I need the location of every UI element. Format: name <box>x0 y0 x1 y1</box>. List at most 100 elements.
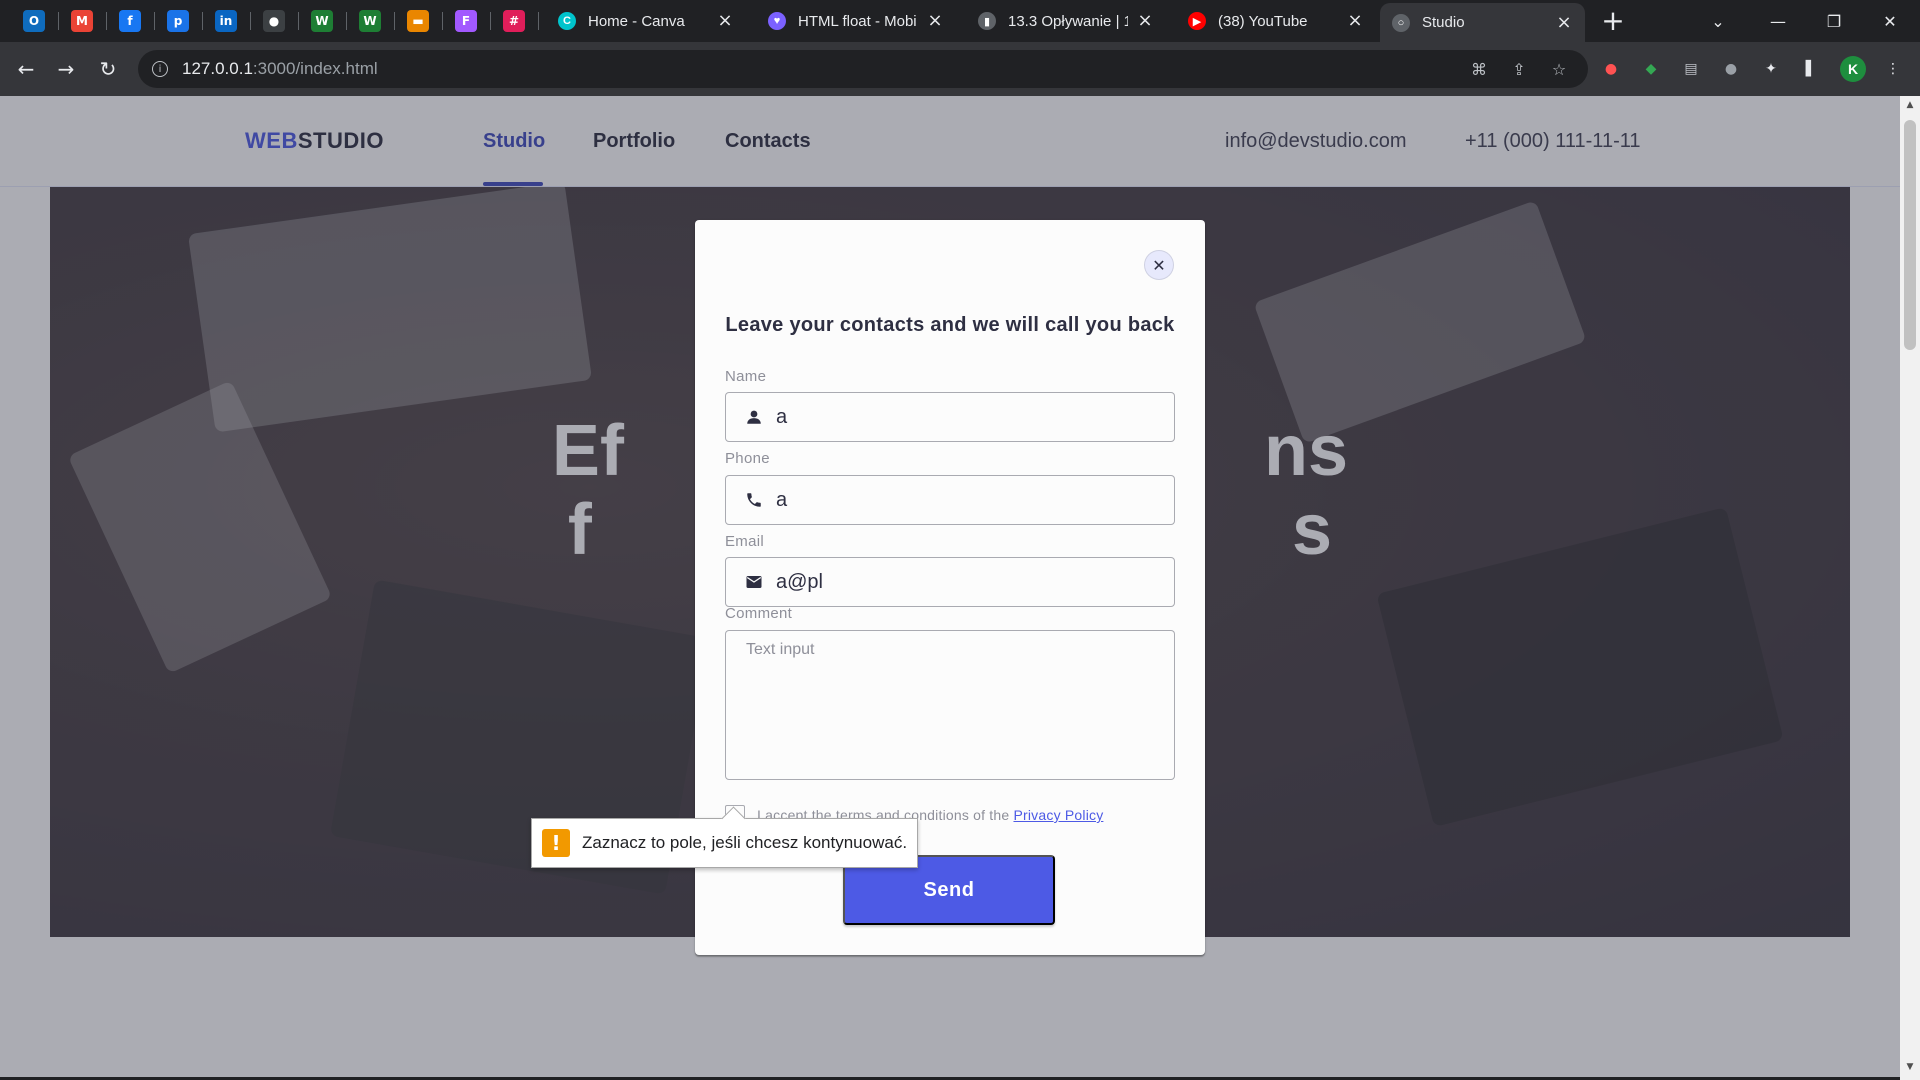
browser-tab[interactable]: C Home - Canva × <box>546 0 746 42</box>
pinned-tab[interactable]: f <box>108 0 152 42</box>
tab-separator <box>346 12 347 30</box>
address-bar[interactable]: i 127.0.0.1:3000/index.html ⌘ ⇪ ☆ <box>138 50 1588 88</box>
extension-doc-icon[interactable]: ▤ <box>1680 58 1702 80</box>
browser-tab[interactable]: ▮ 13.3 Opływanie | 1 × <box>966 0 1166 42</box>
tab-separator <box>250 12 251 30</box>
browser-tab[interactable]: ▶ (38) YouTube × <box>1176 0 1376 42</box>
warning-icon: ! <box>542 829 570 857</box>
tab-separator <box>442 12 443 30</box>
page-scrollbar[interactable]: ▲ ▼ <box>1900 96 1920 1080</box>
validation-tooltip: ! Zaznacz to pole, jeśli chcesz kontynuo… <box>531 818 918 868</box>
extension-red-icon[interactable]: ● <box>1600 58 1622 80</box>
bookmark-icon: ▮ <box>978 12 996 30</box>
heart-icon: ♥ <box>768 12 786 30</box>
email-label: Email <box>725 533 765 550</box>
tab-close-icon[interactable]: × <box>926 12 944 30</box>
pinned-tab[interactable]: # <box>492 0 536 42</box>
gmail-icon: M <box>71 10 93 32</box>
modal-title: Leave your contacts and we will call you… <box>725 314 1175 336</box>
back-icon[interactable]: ← <box>10 53 42 85</box>
linkedin-icon: in <box>215 10 237 32</box>
pinned-tab[interactable]: M <box>60 0 104 42</box>
browser-toolbar: ← → ↻ i 127.0.0.1:3000/index.html ⌘ ⇪ ☆ … <box>0 42 1920 96</box>
email-value: a@pl <box>776 570 823 593</box>
url-text: 127.0.0.1:3000/index.html <box>182 59 378 78</box>
share-icon[interactable]: ⇪ <box>1508 58 1530 80</box>
comment-label: Comment <box>725 605 793 622</box>
browser-tab[interactable]: ○ Studio × <box>1380 3 1585 42</box>
minimize-icon[interactable]: — <box>1750 0 1806 42</box>
validation-message: Zaznacz to pole, jeśli chcesz kontynuowa… <box>582 833 908 852</box>
tab-title: Home - Canva <box>588 12 685 30</box>
pinned-tab[interactable]: F <box>444 0 488 42</box>
extension-shield-icon[interactable]: ◆ <box>1640 58 1662 80</box>
pinned-tab[interactable]: W <box>300 0 344 42</box>
pinned-tab[interactable]: W <box>348 0 392 42</box>
privacy-policy-link[interactable]: Privacy Policy <box>1013 807 1103 823</box>
side-panel-icon[interactable]: ▌ <box>1800 58 1822 80</box>
comment-placeholder: Text input <box>746 641 815 658</box>
tab-title: Studio <box>1422 14 1465 31</box>
tab-close-icon[interactable]: × <box>716 12 734 30</box>
restore-icon[interactable]: ❐ <box>1806 0 1862 42</box>
globe-icon: ○ <box>1392 13 1410 32</box>
webflow-icon: W <box>311 10 333 32</box>
email-field[interactable]: a@pl <box>725 557 1175 607</box>
outlook-icon: O <box>23 10 45 32</box>
tab-search-icon[interactable]: ⌄ <box>1690 0 1746 42</box>
youtube-icon: ▶ <box>1188 12 1206 30</box>
phone-icon <box>744 490 764 510</box>
tab-title: (38) YouTube <box>1218 12 1308 30</box>
pinned-tab[interactable]: ● <box>252 0 296 42</box>
github-icon: ● <box>263 10 285 32</box>
scroll-up-icon[interactable]: ▲ <box>1904 100 1916 112</box>
person-icon <box>744 407 764 427</box>
tab-title: 13.3 Opływanie | 1 <box>1008 12 1128 30</box>
phone-value: a <box>776 488 788 511</box>
scrollbar-thumb[interactable] <box>1904 120 1916 350</box>
pinned-tab[interactable]: O <box>12 0 56 42</box>
name-label: Name <box>725 368 767 385</box>
envelope-icon <box>744 572 764 592</box>
tab-close-icon[interactable]: × <box>1136 12 1154 30</box>
webflow-icon-2: W <box>359 10 381 32</box>
slides-icon: ▬ <box>407 10 429 32</box>
comment-textarea[interactable]: Text input <box>725 630 1175 780</box>
phone-label: Phone <box>725 450 770 467</box>
tab-close-icon[interactable]: × <box>1555 13 1573 32</box>
pinned-tab[interactable]: in <box>204 0 248 42</box>
phone-field[interactable]: a <box>725 475 1175 525</box>
tab-separator <box>106 12 107 30</box>
tab-separator <box>538 12 539 30</box>
extensions-puzzle-icon[interactable]: ✦ <box>1760 58 1782 80</box>
translate-icon[interactable]: ⌘ <box>1468 58 1490 80</box>
close-window-icon[interactable]: ✕ <box>1862 0 1918 42</box>
profile-avatar[interactable]: K <box>1840 56 1866 82</box>
site-info-icon[interactable]: i <box>152 61 168 77</box>
modal-close-button[interactable]: ✕ <box>1144 250 1174 280</box>
name-value: a <box>776 405 788 428</box>
reload-icon[interactable]: ↻ <box>92 53 124 85</box>
tab-separator <box>394 12 395 30</box>
pinned-tab[interactable]: ▬ <box>396 0 440 42</box>
canva-icon: C <box>558 12 576 30</box>
name-field[interactable]: a <box>725 392 1175 442</box>
forward-icon[interactable]: → <box>50 53 82 85</box>
new-tab-button[interactable]: + <box>1598 6 1628 36</box>
tab-separator <box>202 12 203 30</box>
bookmark-star-icon[interactable]: ☆ <box>1548 58 1570 80</box>
browser-tab-strip: O Mf p in ● W W ▬ F # C Home - Canva × ♥ HTML float -… <box>0 0 1920 42</box>
tab-separator <box>154 12 155 30</box>
pinned-tab[interactable]: p <box>156 0 200 42</box>
tab-separator <box>58 12 59 30</box>
tab-close-icon[interactable]: × <box>1346 12 1364 30</box>
facebook-icon: f <box>119 10 141 32</box>
scroll-down-icon[interactable]: ▼ <box>1904 1062 1916 1074</box>
menu-kebab-icon[interactable]: ⋮ <box>1882 58 1904 80</box>
extension-grey-icon[interactable]: ● <box>1720 58 1742 80</box>
browser-tab[interactable]: ♥ HTML float - Mobi × <box>756 0 956 42</box>
figma-icon: F <box>455 10 477 32</box>
tab-title: HTML float - Mobi <box>798 12 917 30</box>
tab-separator <box>298 12 299 30</box>
slack-icon: # <box>503 10 525 32</box>
